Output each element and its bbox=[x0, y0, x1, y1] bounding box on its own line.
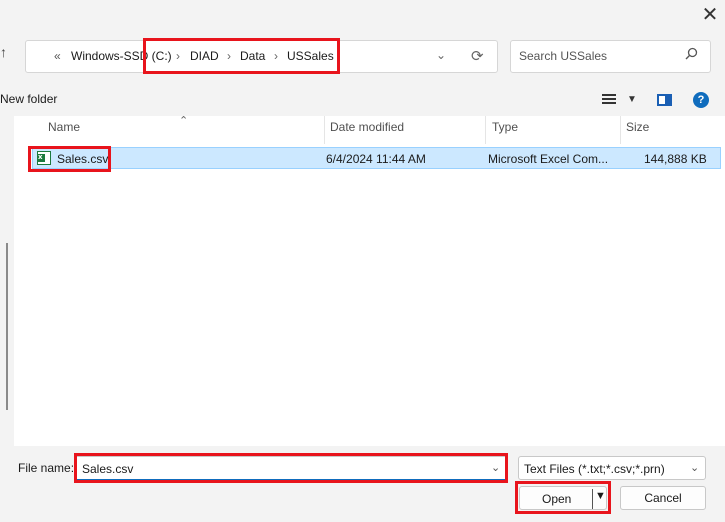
file-list[interactable]: ⌃ Name Date modified Type Size x Sales.c… bbox=[14, 115, 725, 446]
file-type-value: Text Files (*.txt;*.csv;*.prn) bbox=[524, 462, 665, 476]
file-type-select[interactable]: Text Files (*.txt;*.csv;*.prn) ⌄ bbox=[518, 456, 706, 480]
search-icon[interactable] bbox=[685, 47, 698, 63]
search-box[interactable]: Search USSales bbox=[510, 40, 711, 73]
file-type: Microsoft Excel Com... bbox=[488, 152, 609, 166]
chevron-down-icon[interactable]: ⌄ bbox=[690, 461, 699, 474]
cancel-button[interactable]: Cancel bbox=[620, 486, 706, 510]
help-icon[interactable]: ? bbox=[693, 92, 709, 108]
column-header-size[interactable]: Size bbox=[626, 120, 649, 144]
search-placeholder: Search USSales bbox=[519, 49, 608, 63]
left-scrollbar[interactable] bbox=[6, 243, 8, 410]
view-dropdown-icon[interactable]: ▼ bbox=[627, 94, 637, 105]
sort-caret-icon: ⌃ bbox=[179, 115, 189, 127]
overflow-chevron-icon[interactable]: « bbox=[54, 49, 61, 63]
column-header-type[interactable]: Type bbox=[492, 120, 518, 144]
path-highlight-box bbox=[143, 38, 340, 74]
column-divider[interactable] bbox=[324, 116, 325, 144]
column-divider[interactable] bbox=[620, 116, 621, 144]
file-name-label: File name: bbox=[18, 461, 75, 475]
file-size: 144,888 KB bbox=[644, 152, 707, 166]
open-highlight-box bbox=[515, 481, 611, 514]
file-row[interactable]: x Sales.csv 6/4/2024 11:44 AM Microsoft … bbox=[32, 147, 721, 169]
list-view-icon[interactable] bbox=[602, 94, 616, 106]
file-name-highlight-box bbox=[74, 453, 508, 483]
close-icon[interactable]: ✕ bbox=[695, 0, 725, 28]
new-folder-button[interactable]: New folder bbox=[0, 92, 57, 106]
column-header-date[interactable]: Date modified bbox=[330, 120, 404, 144]
preview-pane-icon[interactable] bbox=[657, 94, 672, 106]
file-date-modified: 6/4/2024 11:44 AM bbox=[326, 152, 426, 166]
column-divider[interactable] bbox=[485, 116, 486, 144]
up-arrow-icon[interactable]: ↑ bbox=[0, 44, 12, 70]
refresh-icon[interactable]: ⟳ bbox=[471, 47, 484, 65]
address-dropdown-icon[interactable]: ⌄ bbox=[436, 48, 446, 62]
column-header-name[interactable]: Name bbox=[48, 120, 80, 144]
